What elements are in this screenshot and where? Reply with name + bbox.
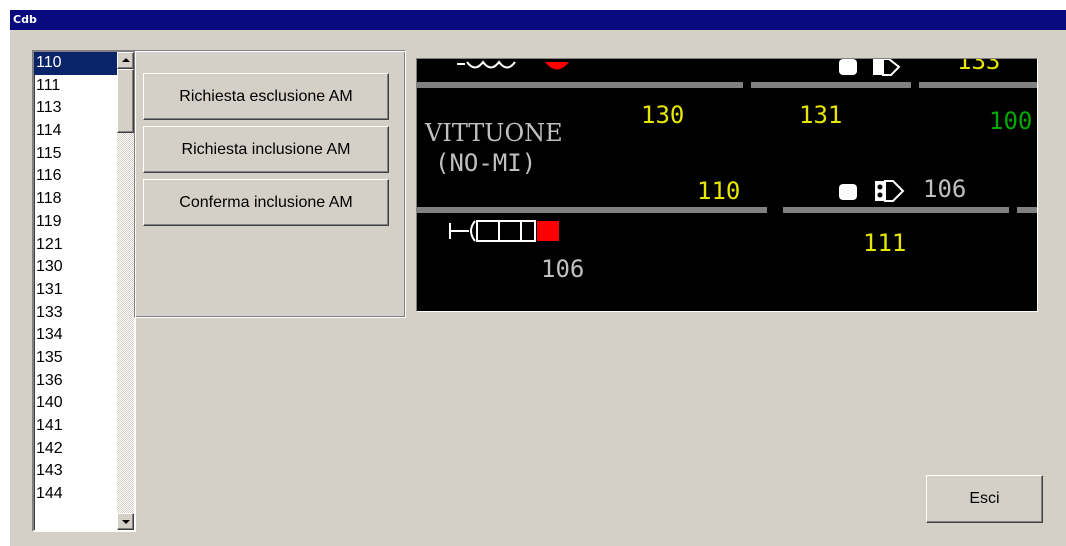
list-item[interactable]: 111 (34, 75, 118, 98)
list-item[interactable]: 110 (34, 52, 118, 75)
track-partial-green-label: 100 (989, 107, 1032, 135)
scroll-down-button[interactable] (117, 513, 134, 530)
request-inclusion-button[interactable]: Richiesta inclusione AM (143, 126, 389, 173)
confirm-inclusion-button[interactable]: Conferma inclusione AM (143, 179, 389, 226)
track-131-label: 131 (799, 101, 842, 129)
arrow-down-icon (122, 520, 130, 524)
signal-106-left-icon (449, 220, 559, 242)
list-item[interactable]: 135 (34, 347, 118, 370)
request-exclusion-button[interactable]: Richiesta esclusione AM (143, 73, 389, 120)
list-item[interactable]: 113 (34, 97, 118, 120)
list-item[interactable]: 130 (34, 256, 118, 279)
list-item[interactable]: 136 (34, 370, 118, 393)
top-right-indicator-icon (839, 59, 901, 76)
list-item[interactable]: 133 (34, 302, 118, 325)
signal-106-right-label: 106 (923, 175, 966, 203)
scroll-thumb[interactable] (117, 69, 134, 133)
rail-upper-right (919, 82, 1037, 88)
list-item[interactable]: 144 (34, 483, 118, 506)
list-items: 110 111 113 114 115 116 118 119 121 130 131 133 134 1… (34, 52, 118, 506)
cdb-window: Cdb 110 111 113 114 115 116 118 119 121 130 131 133… (10, 10, 1066, 546)
top-partial-number: 133 (957, 59, 1000, 75)
signal-106-left-label: 106 (541, 255, 584, 283)
list-item[interactable]: 116 (34, 165, 118, 188)
scroll-up-button[interactable] (117, 52, 134, 69)
arrow-up-icon (122, 58, 130, 62)
am-command-panel: Richiesta esclusione AM Richiesta inclus… (134, 50, 406, 318)
track-listbox[interactable]: 110 111 113 114 115 116 118 119 121 130 131 133 134 1… (32, 50, 136, 532)
track-111-label: 111 (863, 229, 906, 257)
list-item[interactable]: 143 (34, 460, 118, 483)
list-item[interactable]: 134 (34, 324, 118, 347)
list-item[interactable]: 121 (34, 234, 118, 257)
top-signal-icon (457, 60, 569, 70)
list-item[interactable]: 115 (34, 143, 118, 166)
list-item[interactable]: 131 (34, 279, 118, 302)
rail-lower-left (417, 207, 767, 213)
window-title: Cdb (10, 10, 1066, 30)
list-scrollbar[interactable] (117, 52, 134, 530)
list-item[interactable]: 118 (34, 188, 118, 211)
list-item[interactable]: 140 (34, 392, 118, 415)
rail-upper-mid (751, 82, 911, 88)
rail-lower-right (1017, 207, 1037, 213)
rail-lower-mid (783, 207, 1009, 213)
station-name: VITTUONE (424, 119, 563, 147)
list-item[interactable]: 114 (34, 120, 118, 143)
track-110-label: 110 (697, 177, 740, 205)
track-130-label: 130 (641, 101, 684, 129)
rail-upper-left (417, 82, 743, 88)
signal-106-icon (839, 180, 905, 202)
list-item[interactable]: 141 (34, 415, 118, 438)
exit-button[interactable]: Esci (926, 475, 1043, 523)
list-item[interactable]: 142 (34, 438, 118, 461)
station-region: (NO-MI) (435, 149, 536, 177)
track-monitor: 133 130 131 100 VITTUONE (NO-MI) 110 106 (416, 58, 1038, 312)
track-diagram: 133 130 131 100 VITTUONE (NO-MI) 110 106 (417, 59, 1037, 283)
list-item[interactable]: 119 (34, 211, 118, 234)
